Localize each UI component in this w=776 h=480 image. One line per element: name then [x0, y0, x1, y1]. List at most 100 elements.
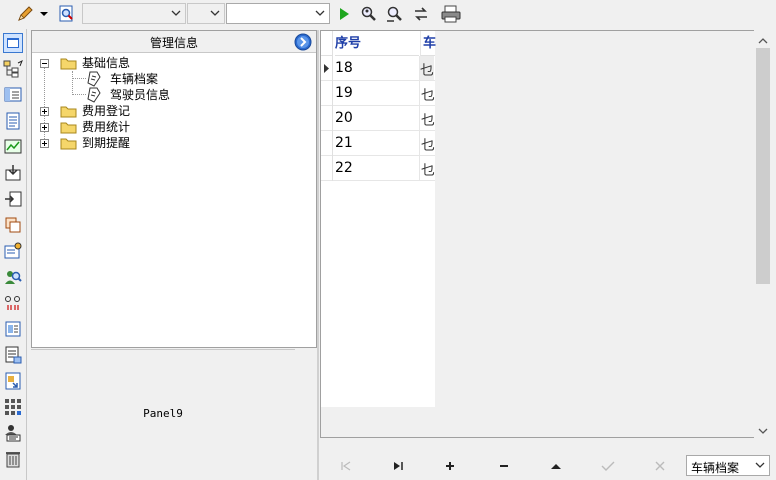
window-view-icon[interactable] — [3, 33, 23, 53]
tree-node-basic-info[interactable]: 基础信息 — [38, 55, 178, 71]
document-tag-icon — [87, 87, 101, 103]
tree-node-label: 费用统计 — [82, 120, 131, 134]
table-row[interactable]: 22 乜 — [321, 156, 435, 181]
current-row-indicator-icon — [321, 56, 333, 81]
cell-vehicle[interactable]: 乜 — [421, 160, 435, 180]
chevron-down-icon — [753, 458, 767, 476]
cell-vehicle[interactable]: 乜 — [420, 56, 434, 80]
user-search-icon[interactable] — [3, 267, 23, 287]
search-page-icon[interactable] — [56, 3, 78, 25]
row-indicator-header — [321, 31, 333, 56]
table-row[interactable]: 21 乜 — [321, 131, 435, 156]
table-report-icon[interactable] — [3, 319, 23, 339]
list-panel-icon[interactable] — [3, 85, 23, 105]
data-grid: 序号 车 18 乜 19 乜 20 乜 21 乜 22 乜 — [321, 31, 436, 407]
grid-apps-icon[interactable] — [3, 397, 23, 417]
tree-node-expense-register[interactable]: 费用登记 — [38, 103, 178, 119]
edit-record-icon[interactable] — [544, 457, 568, 475]
tree-node-driver-info[interactable]: 驾驶员信息 — [86, 87, 226, 103]
row-indicator — [321, 131, 333, 156]
toolbar-combo-value[interactable] — [226, 3, 330, 24]
cell-seq[interactable]: 21 — [335, 135, 353, 151]
row-indicator — [321, 81, 333, 106]
scrollbar-thumb[interactable] — [756, 48, 770, 284]
cell-seq[interactable]: 18 — [335, 60, 353, 76]
report-doc-icon[interactable] — [3, 345, 23, 365]
expand-toggle-icon[interactable] — [40, 139, 49, 148]
chevron-down-icon — [169, 6, 183, 21]
record-navigator: 车辆档案 — [320, 452, 776, 480]
table-row[interactable]: 19 乜 — [321, 81, 435, 106]
panel9-label: Panel9 — [143, 407, 183, 420]
collapse-panel-icon[interactable] — [294, 33, 312, 51]
scroll-up-icon[interactable] — [758, 34, 768, 48]
tree-node-expiry-reminder[interactable]: 到期提醒 — [38, 135, 178, 151]
cell-separator — [419, 156, 420, 181]
table-row[interactable]: 20 乜 — [321, 106, 435, 131]
link-nodes-icon[interactable] — [3, 293, 23, 313]
tree-node-label: 驾驶员信息 — [110, 88, 171, 102]
refresh-swap-icon[interactable] — [410, 3, 432, 25]
row-indicator — [321, 106, 333, 131]
folder-open-icon — [60, 58, 77, 70]
scroll-down-icon[interactable] — [758, 424, 768, 438]
toolbar-combo-field[interactable] — [82, 3, 186, 24]
copy-pages-icon[interactable] — [3, 215, 23, 235]
expand-toggle-icon[interactable] — [40, 107, 49, 116]
tree-panel-header: 管理信息 — [32, 31, 316, 53]
left-icon-bar — [0, 29, 27, 480]
inbox-download-icon[interactable] — [3, 163, 23, 183]
vertical-scrollbar[interactable] — [754, 30, 772, 438]
find-person-icon[interactable] — [358, 3, 380, 25]
first-record-icon[interactable] — [334, 457, 358, 475]
vertical-splitter[interactable] — [317, 30, 319, 480]
export-arrow-icon[interactable] — [3, 189, 23, 209]
cell-vehicle[interactable]: 乜 — [421, 135, 435, 155]
add-record-icon[interactable] — [438, 457, 462, 475]
tree-node-label: 到期提醒 — [82, 136, 131, 150]
chart-monitor-icon[interactable] — [3, 137, 23, 157]
chevron-down-icon — [208, 6, 222, 21]
tree-connector — [72, 94, 86, 95]
user-settings-icon[interactable] — [3, 423, 23, 443]
print-icon[interactable] — [440, 3, 462, 25]
cell-seq[interactable]: 22 — [335, 160, 353, 176]
delete-record-icon[interactable] — [492, 457, 516, 475]
folder-icon — [60, 122, 77, 134]
document-tag-icon — [87, 71, 101, 87]
find-next-icon[interactable] — [384, 3, 406, 25]
tree-node-expense-stats[interactable]: 费用统计 — [38, 119, 178, 135]
play-query-icon[interactable] — [333, 3, 355, 25]
tree-panel-title: 管理信息 — [149, 36, 198, 50]
expand-toggle-icon[interactable] — [40, 123, 49, 132]
trash-bin-icon[interactable] — [3, 449, 23, 469]
tree-connector — [72, 71, 73, 95]
column-header-vehicle[interactable]: 车 — [420, 31, 436, 56]
last-record-icon[interactable] — [386, 457, 410, 475]
pencil-edit-icon[interactable] — [14, 3, 36, 25]
cancel-record-icon[interactable] — [648, 457, 672, 475]
table-select-value: 车辆档案 — [691, 461, 740, 475]
tree-node-label: 基础信息 — [82, 56, 131, 70]
collapse-toggle-icon[interactable] — [40, 59, 49, 68]
toolbar-combo-operator[interactable] — [187, 3, 225, 24]
cell-vehicle[interactable]: 乜 — [421, 85, 435, 105]
settings-card-icon[interactable] — [3, 241, 23, 261]
post-record-icon[interactable] — [596, 457, 620, 475]
cell-vehicle[interactable]: 乜 — [421, 110, 435, 130]
table-row[interactable]: 18 乜 — [321, 56, 435, 81]
cell-seq[interactable]: 19 — [335, 85, 353, 101]
tree-structure-icon[interactable] — [3, 59, 23, 79]
cell-separator — [419, 106, 420, 131]
dropdown-arrow-icon[interactable] — [38, 3, 50, 25]
column-header-seq[interactable]: 序号 — [335, 31, 419, 56]
folder-icon — [60, 138, 77, 150]
document-icon[interactable] — [3, 111, 23, 131]
panel9: Panel9 — [31, 349, 295, 480]
import-doc-icon[interactable] — [3, 371, 23, 391]
tree-node-label: 费用登记 — [82, 104, 131, 118]
cell-seq[interactable]: 20 — [335, 110, 353, 126]
tree-node-label: 车辆档案 — [110, 72, 159, 86]
table-select[interactable]: 车辆档案 — [686, 455, 770, 476]
tree-node-vehicle-archive[interactable]: 车辆档案 — [86, 71, 226, 87]
